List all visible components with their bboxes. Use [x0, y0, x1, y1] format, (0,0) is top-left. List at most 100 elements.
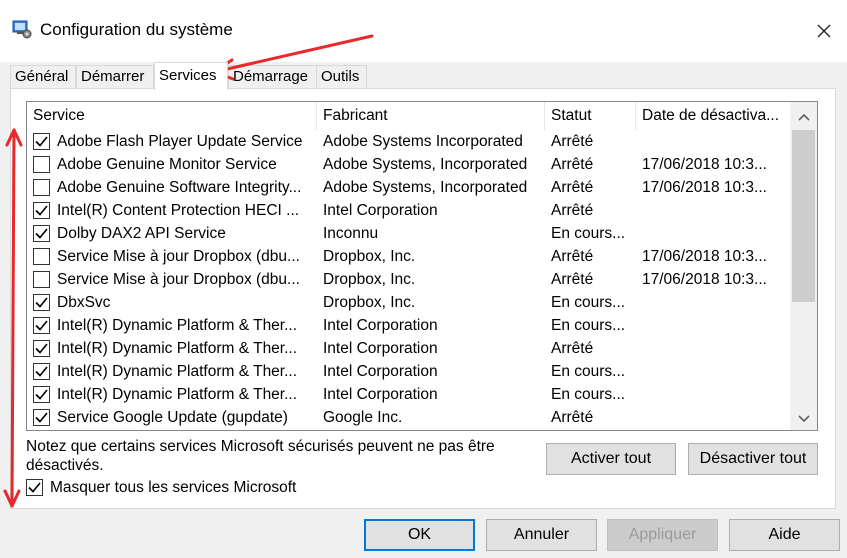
services-list: Service Fabricant Statut Date de désacti… — [26, 101, 818, 431]
table-row[interactable]: Adobe Genuine Monitor Service Adobe Syste… — [27, 153, 790, 176]
tab-services[interactable]: Services — [154, 62, 228, 90]
cancel-button[interactable]: Annuler — [486, 519, 597, 551]
checkmark-icon — [35, 320, 48, 331]
scroll-thumb[interactable] — [792, 130, 815, 302]
cell-statut: Arrêté — [551, 202, 594, 219]
table-row[interactable]: Intel(R) Dynamic Platform & Ther... Intel… — [27, 383, 790, 406]
cell-date: 17/06/2018 10:3... — [642, 271, 767, 288]
cell-date — [642, 337, 790, 360]
table-row[interactable]: Service Mise à jour Dropbox (dbu... Dropb… — [27, 245, 790, 268]
table-row[interactable]: Adobe Flash Player Update Service Adobe S… — [27, 130, 790, 153]
cell-statut: En cours... — [551, 317, 626, 334]
table-row[interactable]: Intel(R) Dynamic Platform & Ther... Intel… — [27, 314, 790, 337]
cell-fabricant: Inconnu — [323, 225, 379, 242]
cell-service: Adobe Flash Player Update Service — [57, 133, 303, 150]
list-rows: Adobe Flash Player Update Service Adobe S… — [27, 130, 790, 429]
microsoft-note: Notez que certains services Microsoft sé… — [26, 438, 495, 474]
checkmark-icon — [35, 136, 48, 147]
hide-microsoft-checkbox[interactable] — [26, 479, 43, 496]
checkmark-icon — [35, 343, 48, 354]
cell-fabricant: Adobe Systems, Incorporated — [323, 156, 528, 173]
service-checkbox[interactable] — [33, 271, 50, 288]
activer-tout-button[interactable]: Activer tout — [546, 443, 676, 475]
cell-date: 17/06/2018 10:3... — [642, 156, 767, 173]
column-statut[interactable]: Statut — [545, 102, 636, 130]
cell-date: 17/06/2018 10:3... — [642, 248, 767, 265]
cell-service: Intel(R) Dynamic Platform & Ther... — [57, 363, 298, 380]
service-checkbox[interactable] — [33, 225, 50, 242]
tab-general[interactable]: Général — [10, 65, 76, 89]
table-row[interactable]: Dolby DAX2 API Service Inconnu En cours... — [27, 222, 790, 245]
cell-service: Dolby DAX2 API Service — [57, 225, 226, 242]
cell-date: 17/06/2018 10:3... — [642, 179, 767, 196]
cell-fabricant: Adobe Systems Incorporated — [323, 133, 523, 150]
service-checkbox[interactable] — [33, 386, 50, 403]
table-row[interactable]: Intel(R) Dynamic Platform & Ther... Intel… — [27, 337, 790, 360]
checkmark-icon — [28, 482, 41, 493]
cell-fabricant: Intel Corporation — [323, 386, 438, 403]
table-row[interactable]: Adobe Genuine Software Integrity... Adobe… — [27, 176, 790, 199]
checkmark-icon — [35, 297, 48, 308]
checkmark-icon — [35, 366, 48, 377]
scroll-up-button[interactable] — [790, 105, 817, 129]
cell-date — [642, 222, 790, 245]
window-title: Configuration du système — [40, 20, 233, 39]
apply-button[interactable]: Appliquer — [607, 519, 718, 551]
cell-service: Intel(R) Dynamic Platform & Ther... — [57, 340, 298, 357]
chevron-up-icon — [797, 113, 810, 121]
service-checkbox[interactable] — [33, 156, 50, 173]
service-checkbox[interactable] — [33, 179, 50, 196]
column-date[interactable]: Date de désactiva... — [636, 102, 790, 130]
column-service[interactable]: Service — [27, 102, 317, 130]
column-fabricant[interactable]: Fabricant — [317, 102, 545, 130]
tab-outils[interactable]: Outils — [316, 65, 367, 89]
cell-fabricant: Adobe Systems, Incorporated — [323, 179, 528, 196]
tab-demarrer[interactable]: Démarrer — [76, 65, 154, 89]
table-row[interactable]: Intel(R) Content Protection HECI ... Inte… — [27, 199, 790, 222]
cell-fabricant: Dropbox, Inc. — [323, 294, 416, 311]
scroll-down-button[interactable] — [790, 407, 817, 430]
checkmark-icon — [35, 389, 48, 400]
chevron-down-icon — [797, 415, 810, 423]
help-button[interactable]: Aide — [729, 519, 840, 551]
service-checkbox[interactable] — [33, 133, 50, 150]
service-checkbox[interactable] — [33, 340, 50, 357]
checkmark-icon — [35, 228, 48, 239]
close-button[interactable] — [807, 15, 841, 47]
table-row[interactable]: Service Google Update (gupdate) Google In… — [27, 406, 790, 429]
list-header: Service Fabricant Statut Date de désacti… — [27, 102, 790, 130]
cell-statut: Arrêté — [551, 409, 594, 426]
cell-fabricant: Google Inc. — [323, 409, 403, 426]
cell-fabricant: Intel Corporation — [323, 202, 438, 219]
cell-service: Intel(R) Content Protection HECI ... — [57, 202, 300, 219]
cell-statut: Arrêté — [551, 271, 594, 288]
checkmark-icon — [35, 412, 48, 423]
cell-date — [642, 383, 790, 406]
vertical-scrollbar[interactable] — [790, 102, 817, 430]
desactiver-tout-button[interactable]: Désactiver tout — [688, 443, 818, 475]
hide-microsoft-label: Masquer tous les services Microsoft — [50, 479, 297, 496]
title-bar: Configuration du système — [0, 0, 847, 62]
cell-fabricant: Dropbox, Inc. — [323, 271, 416, 288]
cell-fabricant: Intel Corporation — [323, 340, 438, 357]
checkmark-icon — [35, 205, 48, 216]
cell-fabricant: Intel Corporation — [323, 317, 438, 334]
table-row[interactable]: Intel(R) Dynamic Platform & Ther... Intel… — [27, 360, 790, 383]
service-checkbox[interactable] — [33, 409, 50, 426]
service-checkbox[interactable] — [33, 317, 50, 334]
table-row[interactable]: DbxSvc Dropbox, Inc. En cours... — [27, 291, 790, 314]
cell-statut: Arrêté — [551, 133, 594, 150]
service-checkbox[interactable] — [33, 363, 50, 380]
cell-date — [642, 199, 790, 222]
service-checkbox[interactable] — [33, 248, 50, 265]
cell-date — [642, 130, 790, 153]
cell-service: Intel(R) Dynamic Platform & Ther... — [57, 317, 298, 334]
table-row[interactable]: Service Mise à jour Dropbox (dbu... Dropb… — [27, 268, 790, 291]
cell-date — [642, 291, 790, 314]
ok-button[interactable]: OK — [364, 519, 475, 551]
service-checkbox[interactable] — [33, 294, 50, 311]
service-checkbox[interactable] — [33, 202, 50, 219]
cell-statut: Arrêté — [551, 248, 594, 265]
tab-demarrage[interactable]: Démarrage — [228, 65, 318, 89]
cell-service: Service Mise à jour Dropbox (dbu... — [57, 248, 300, 265]
